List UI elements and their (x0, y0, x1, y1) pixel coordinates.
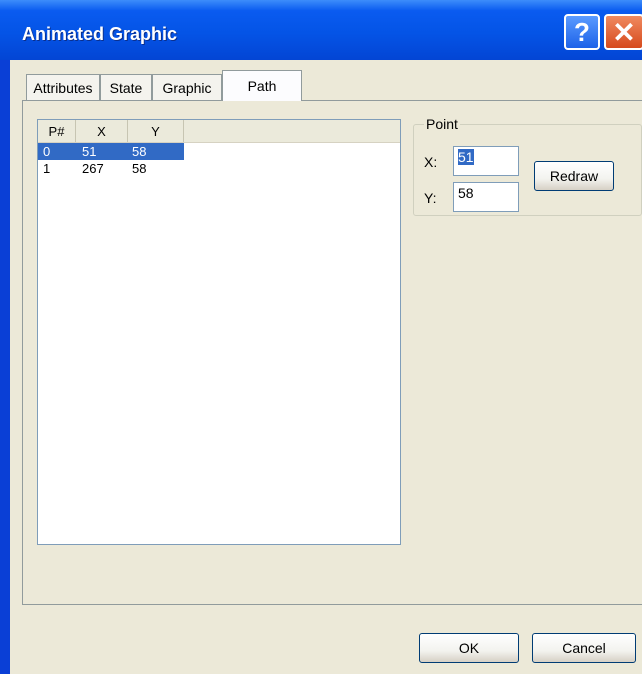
tab-graphic[interactable]: Graphic (152, 74, 222, 100)
row-x-value: 51 (82, 144, 97, 159)
row-point-index: 1 (43, 161, 51, 176)
column-header-p[interactable]: P# (38, 120, 76, 142)
column-header-y[interactable]: Y (128, 120, 184, 142)
path-points-list[interactable]: P# X Y 0 51 58 1 267 58 (37, 119, 401, 545)
table-row[interactable]: 1 267 58 (38, 160, 184, 177)
table-row[interactable]: 0 51 58 (38, 143, 184, 160)
point-groupbox: Point X: 51 Y: 58 Redraw (413, 116, 642, 216)
list-header: P# X Y (38, 120, 400, 143)
title-bar[interactable]: Animated Graphic ? ✕ (0, 0, 642, 60)
row-y-value: 58 (132, 161, 147, 176)
row-x-value: 267 (82, 161, 104, 176)
tab-path[interactable]: Path (222, 70, 302, 101)
tab-attributes[interactable]: Attributes (26, 74, 100, 100)
y-field-value: 58 (458, 185, 474, 201)
dialog-client-area: Attributes State Graphic Path P# X Y 0 5… (10, 60, 642, 674)
x-field[interactable]: 51 (453, 146, 519, 176)
close-icon[interactable]: ✕ (604, 14, 642, 50)
x-label: X: (424, 154, 438, 170)
y-field[interactable]: 58 (453, 182, 519, 212)
column-header-filler (184, 120, 400, 142)
ok-button[interactable]: OK (419, 633, 519, 663)
tab-state[interactable]: State (100, 74, 152, 100)
redraw-button[interactable]: Redraw (534, 161, 614, 191)
window-title: Animated Graphic (22, 24, 178, 44)
x-field-value: 51 (458, 149, 474, 165)
dialog-window: Animated Graphic ? ✕ Attributes State Gr… (0, 0, 642, 674)
column-header-x[interactable]: X (76, 120, 128, 142)
point-group-label: Point (424, 116, 460, 132)
help-icon[interactable]: ? (564, 14, 600, 50)
path-tab-panel: P# X Y 0 51 58 1 267 58 Point X: 51 Y: 5… (22, 100, 642, 605)
y-label: Y: (424, 190, 437, 206)
row-point-index: 0 (43, 144, 51, 159)
cancel-button[interactable]: Cancel (532, 633, 636, 663)
row-y-value: 58 (132, 144, 147, 159)
